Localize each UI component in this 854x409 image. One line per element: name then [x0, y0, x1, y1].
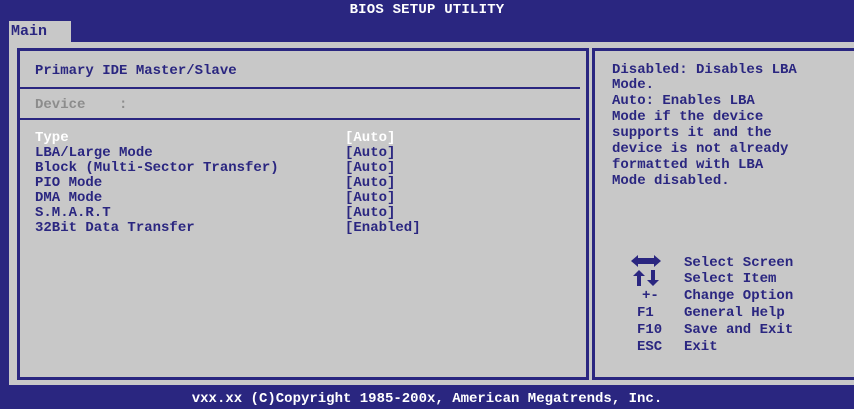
up-down-arrow-icon — [633, 270, 659, 286]
key-desc-exit: Exit — [684, 339, 718, 355]
key-desc-general-help: General Help — [684, 305, 785, 321]
key-desc-change-option: Change Option — [684, 288, 794, 304]
copyright-footer: vxx.xx (C)Copyright 1985-200x, American … — [191, 391, 663, 407]
section-heading: Primary IDE Master/Slave — [35, 63, 237, 79]
setting-label-lba-large-mode[interactable]: LBA/Large Mode — [35, 146, 153, 161]
key-desc-save-exit: Save and Exit — [684, 322, 794, 338]
setting-label-block-transfer[interactable]: Block (Multi-Sector Transfer) — [35, 161, 279, 176]
setting-value-smart[interactable]: [Auto] — [345, 206, 395, 221]
key-desc-select-item: Select Item — [684, 271, 777, 287]
setting-label-dma-mode[interactable]: DMA Mode — [35, 191, 102, 206]
setting-value-lba-large-mode[interactable]: [Auto] — [345, 146, 395, 161]
divider-bottom — [20, 118, 580, 120]
key-desc-select-screen: Select Screen — [684, 255, 794, 271]
left-right-arrow-icon — [631, 255, 661, 267]
help-line: Mode if the device — [612, 109, 764, 125]
help-line: Mode disabled. — [612, 173, 730, 189]
setting-label-smart[interactable]: S.M.A.R.T — [35, 206, 111, 221]
setting-value-32bit-transfer[interactable]: [Enabled] — [345, 221, 421, 236]
help-line: Mode. — [612, 77, 655, 93]
setting-label-32bit-transfer[interactable]: 32Bit Data Transfer — [35, 221, 195, 236]
help-line: device is not already — [612, 141, 789, 157]
bios-screen: BIOS SETUP UTILITY Main Primary IDE Mast… — [0, 0, 854, 409]
help-line: Disabled: Disables LBA — [612, 62, 797, 78]
key-f10: F10 — [637, 322, 663, 338]
key-f1: F1 — [637, 305, 654, 321]
key-plus-minus: +- — [642, 288, 659, 304]
setting-value-pio-mode[interactable]: [Auto] — [345, 176, 395, 191]
device-label: Device : — [35, 97, 128, 113]
setting-value-block-transfer[interactable]: [Auto] — [345, 161, 395, 176]
help-line: formatted with LBA — [612, 157, 764, 173]
setting-value-type[interactable]: [Auto] — [345, 131, 395, 146]
tab-main[interactable]: Main — [9, 21, 71, 42]
app-title: BIOS SETUP UTILITY — [349, 2, 505, 18]
divider-top — [20, 87, 580, 89]
setting-value-dma-mode[interactable]: [Auto] — [345, 191, 395, 206]
key-esc: ESC — [637, 339, 663, 355]
setting-label-pio-mode[interactable]: PIO Mode — [35, 176, 102, 191]
help-line: supports it and the — [612, 125, 772, 141]
setting-label-type[interactable]: Type — [35, 131, 69, 146]
help-line: Auto: Enables LBA — [612, 93, 755, 109]
